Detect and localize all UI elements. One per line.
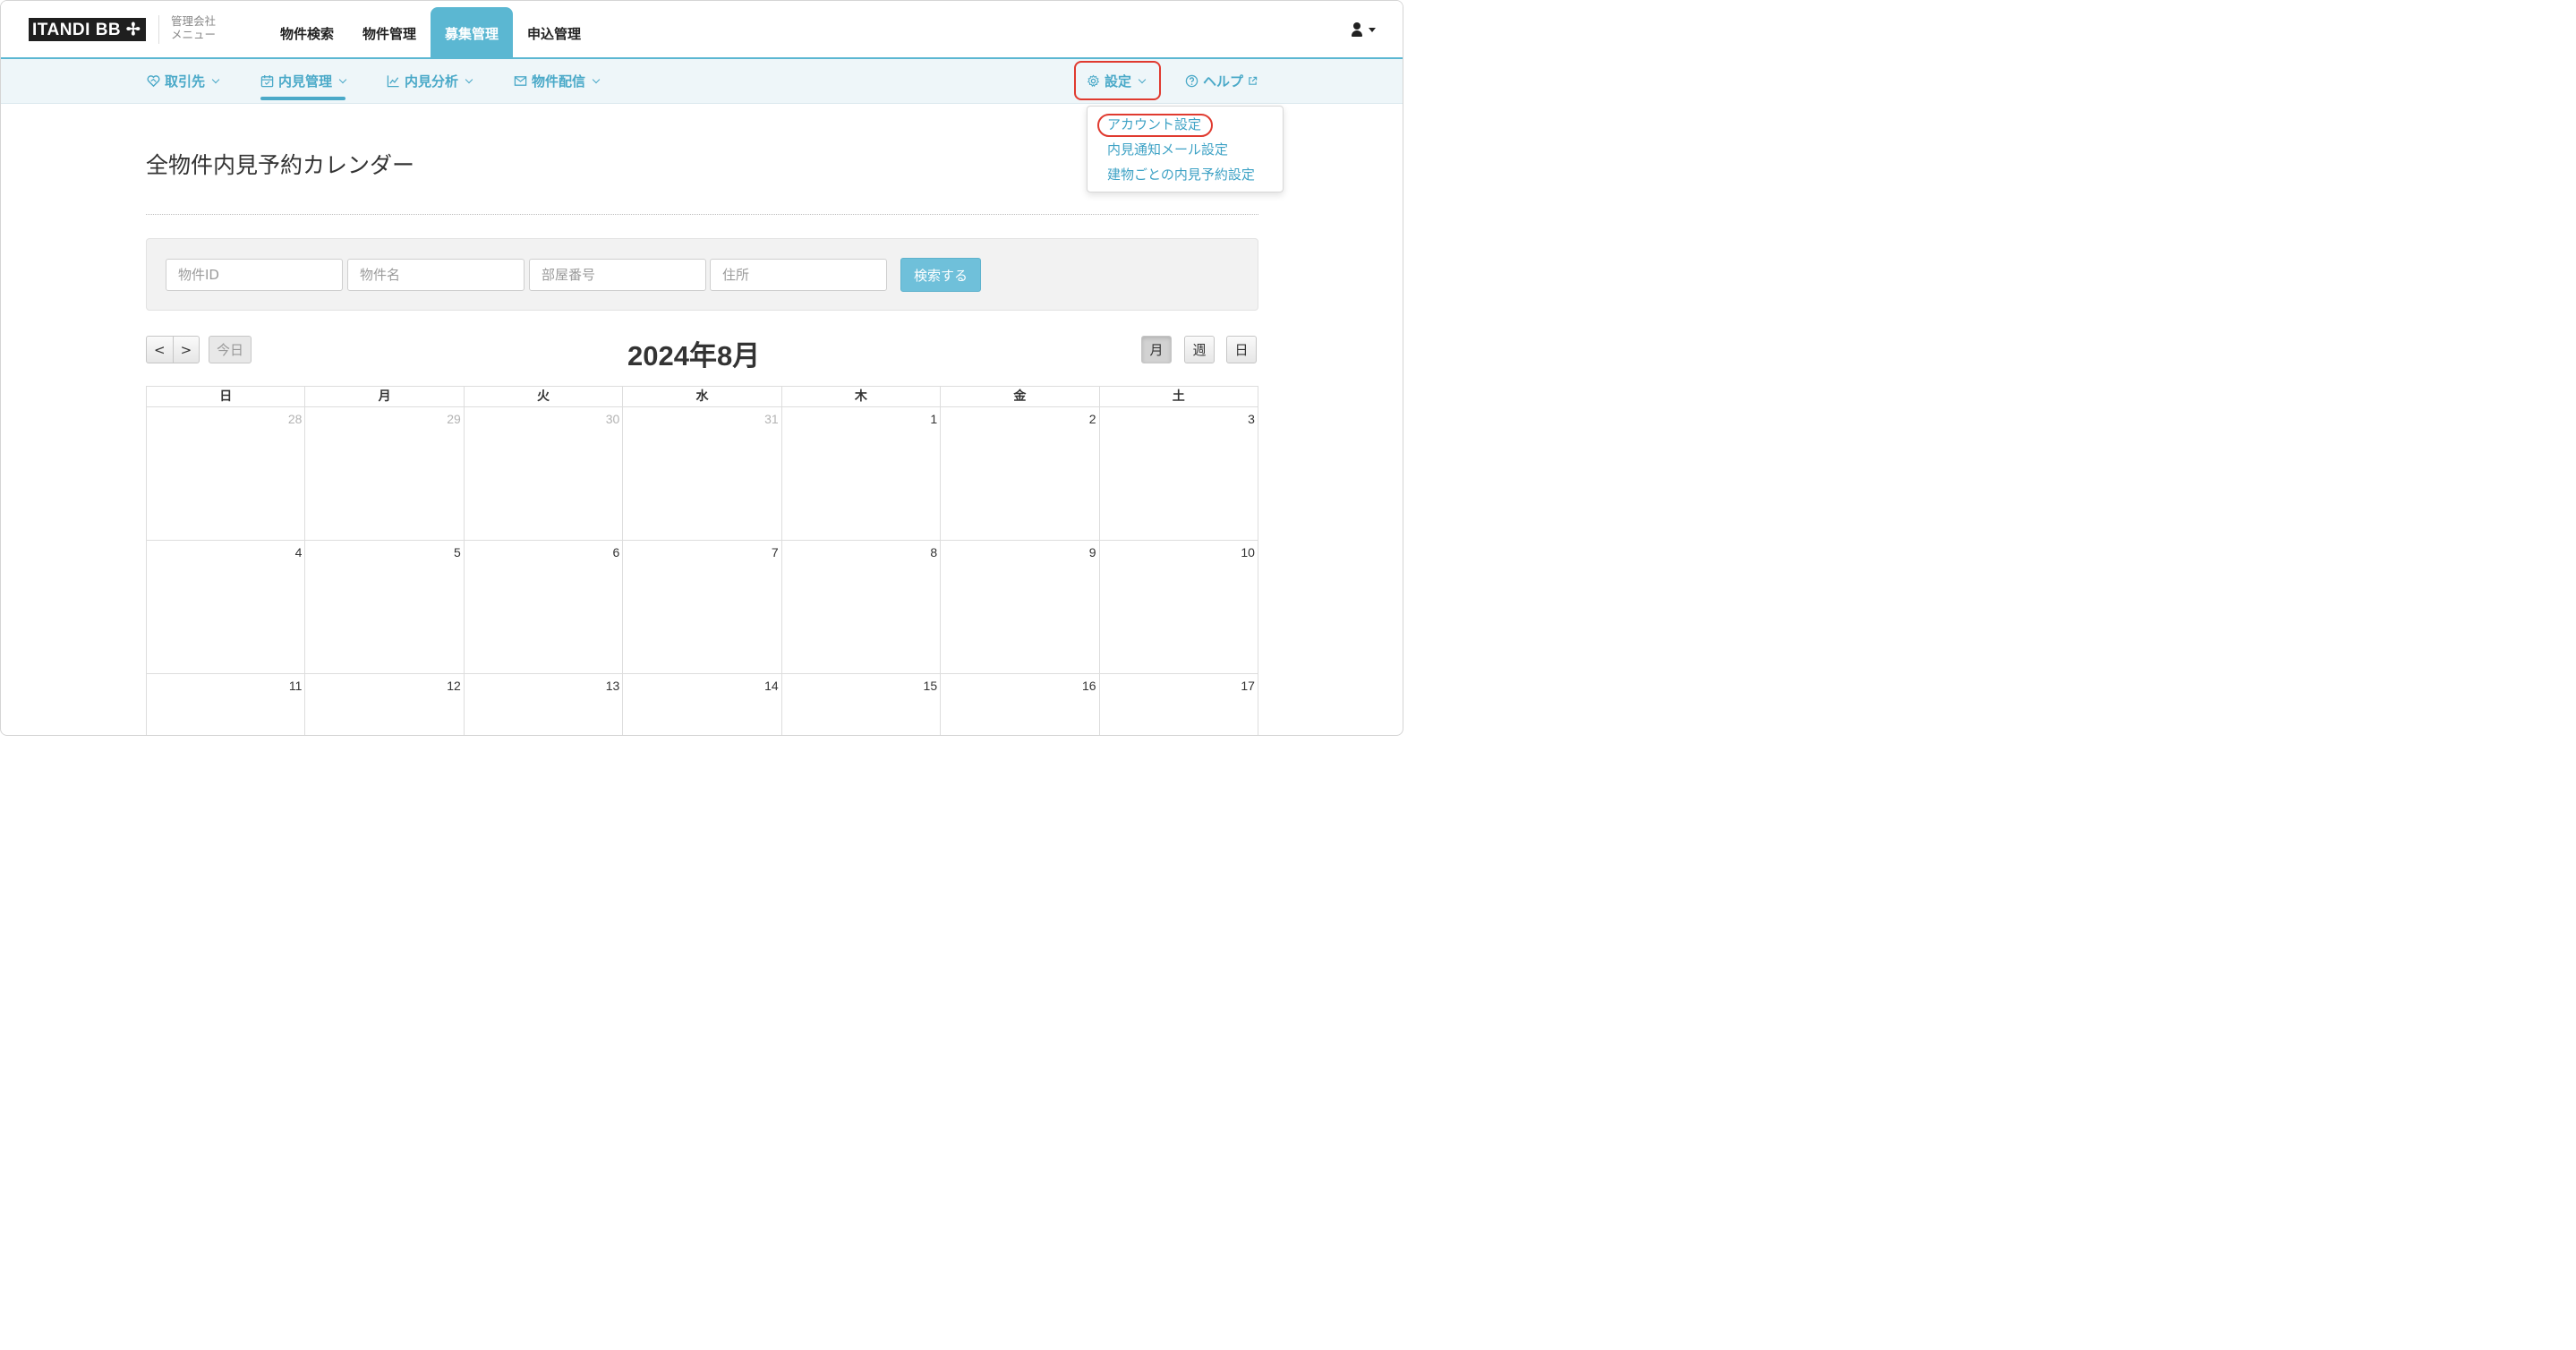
calendar-day[interactable]: 8: [781, 541, 942, 674]
weekday-tue: 火: [464, 387, 624, 407]
today-button[interactable]: 今日: [209, 336, 252, 363]
calendar-day[interactable]: 12: [305, 674, 465, 735]
weekday-thu: 木: [781, 387, 942, 407]
weekday-fri: 金: [941, 387, 1100, 407]
view-day-button[interactable]: 日: [1226, 336, 1257, 363]
calendar-day[interactable]: 1: [781, 407, 942, 541]
calendar-nav-group: < >: [146, 336, 200, 363]
handshake-icon: [147, 75, 160, 88]
user-menu[interactable]: [1351, 22, 1376, 37]
calendar-day[interactable]: 17: [1100, 674, 1258, 735]
tab-application-management[interactable]: 申込管理: [513, 7, 595, 59]
weekday-wed: 水: [623, 387, 782, 407]
subnav-viewing-management[interactable]: 内見管理: [260, 59, 347, 103]
account-settings-highlight: [1097, 114, 1213, 137]
external-link-icon: [1249, 76, 1258, 85]
calendar-day[interactable]: 5: [305, 541, 465, 674]
calendar-day[interactable]: 10: [1099, 541, 1258, 674]
question-circle-icon: [1185, 74, 1198, 88]
calendar-day[interactable]: 31: [623, 407, 782, 541]
calendar-day[interactable]: 13: [465, 674, 624, 735]
calendar-day[interactable]: 7: [623, 541, 782, 674]
subnav-property-distribution-label: 物件配信: [532, 73, 586, 90]
line-chart-icon: [387, 75, 399, 88]
view-week-button[interactable]: 週: [1184, 336, 1215, 363]
logo-divider: [158, 15, 159, 44]
menu-item-building-viewing-settings[interactable]: 建物ごとの内見予約設定: [1088, 162, 1283, 187]
property-name-input[interactable]: [347, 259, 525, 291]
menu-subtitle: 管理会社 メニュー: [171, 14, 216, 41]
title-divider: [146, 214, 1258, 215]
user-icon: [1351, 22, 1363, 37]
calendar-week: 4 5 6 7 8 9 10: [147, 541, 1258, 674]
search-button[interactable]: 検索する: [900, 258, 981, 292]
tab-property-search[interactable]: 物件検索: [266, 7, 348, 59]
chevron-down-icon: [211, 75, 220, 83]
calendar-day[interactable]: 30: [464, 407, 624, 541]
calendar-day[interactable]: 28: [147, 407, 306, 541]
sub-nav: 取引先 内見管理 内見分析 物件配信 設定 ヘルプ: [1, 59, 1403, 104]
caret-down-icon: [1369, 27, 1376, 32]
subnav-viewing-analysis[interactable]: 内見分析: [387, 59, 473, 103]
calendar-day[interactable]: 16: [941, 674, 1100, 735]
settings-highlight: [1074, 61, 1161, 100]
page-title: 全物件内見予約カレンダー: [146, 152, 415, 178]
month-calendar: 日 月 火 水 木 金 土 28 29 30 31 1 2 3 4 5 6 7 …: [146, 386, 1258, 735]
calendar-day[interactable]: 11: [147, 674, 306, 735]
room-number-input[interactable]: [529, 259, 706, 291]
settings-dropdown: アカウント設定 内見通知メール設定 建物ごとの内見予約設定: [1087, 106, 1284, 192]
subnav-property-distribution[interactable]: 物件配信: [514, 59, 601, 103]
search-panel: 検索する: [146, 238, 1258, 311]
calendar-day[interactable]: 2: [941, 407, 1100, 541]
view-month-button[interactable]: 月: [1141, 336, 1172, 363]
calendar-day[interactable]: 4: [147, 541, 306, 674]
tab-recruitment-management[interactable]: 募集管理: [431, 7, 514, 59]
calendar-day[interactable]: 29: [305, 407, 465, 541]
subnav-help[interactable]: ヘルプ: [1185, 59, 1258, 103]
calendar-day[interactable]: 9: [941, 541, 1100, 674]
property-id-input[interactable]: [166, 259, 343, 291]
itandi-logo[interactable]: ITANDI BB ✢: [29, 18, 146, 41]
calendar-day[interactable]: 3: [1099, 407, 1258, 541]
calendar-day[interactable]: 6: [464, 541, 624, 674]
weekday-sat: 土: [1099, 387, 1258, 407]
calendar-week: 28 29 30 31 1 2 3: [147, 407, 1258, 541]
subnav-viewing-management-label: 内見管理: [278, 73, 333, 90]
menu-item-viewing-notification-mail-settings[interactable]: 内見通知メール設定: [1088, 137, 1283, 162]
calendar-day[interactable]: 14: [623, 674, 782, 735]
top-header: ITANDI BB ✢ 管理会社 メニュー 物件検索 物件管理 募集管理 申込管…: [1, 1, 1403, 59]
menu-subtitle-line2: メニュー: [171, 28, 217, 41]
calendar-icon: [260, 74, 274, 88]
subnav-clients-label: 取引先: [165, 73, 206, 90]
calendar-week: 11 12 13 14 15 16 17: [147, 674, 1258, 735]
subnav-viewing-analysis-label: 内見分析: [405, 73, 459, 90]
address-input[interactable]: [710, 259, 887, 291]
calendar-title: 2024年8月: [627, 340, 761, 372]
subnav-help-label: ヘルプ: [1203, 73, 1244, 90]
app-window: ITANDI BB ✢ 管理会社 メニュー 物件検索 物件管理 募集管理 申込管…: [0, 0, 1403, 736]
tab-property-management[interactable]: 物件管理: [348, 7, 431, 59]
chevron-down-icon: [465, 75, 473, 83]
next-month-button[interactable]: >: [173, 336, 200, 363]
weekday-mon: 月: [305, 387, 465, 407]
subnav-clients[interactable]: 取引先: [147, 59, 220, 103]
chevron-down-icon: [592, 75, 601, 83]
weekday-header: 日 月 火 水 木 金 土: [147, 387, 1258, 407]
weekday-sun: 日: [147, 387, 306, 407]
menu-subtitle-line1: 管理会社: [171, 14, 217, 28]
main-nav: 物件検索 物件管理 募集管理 申込管理: [266, 7, 595, 59]
calendar-day[interactable]: 15: [782, 674, 942, 735]
chevron-down-icon: [338, 75, 347, 83]
mail-send-icon: [514, 76, 527, 86]
prev-month-button[interactable]: <: [146, 336, 174, 363]
